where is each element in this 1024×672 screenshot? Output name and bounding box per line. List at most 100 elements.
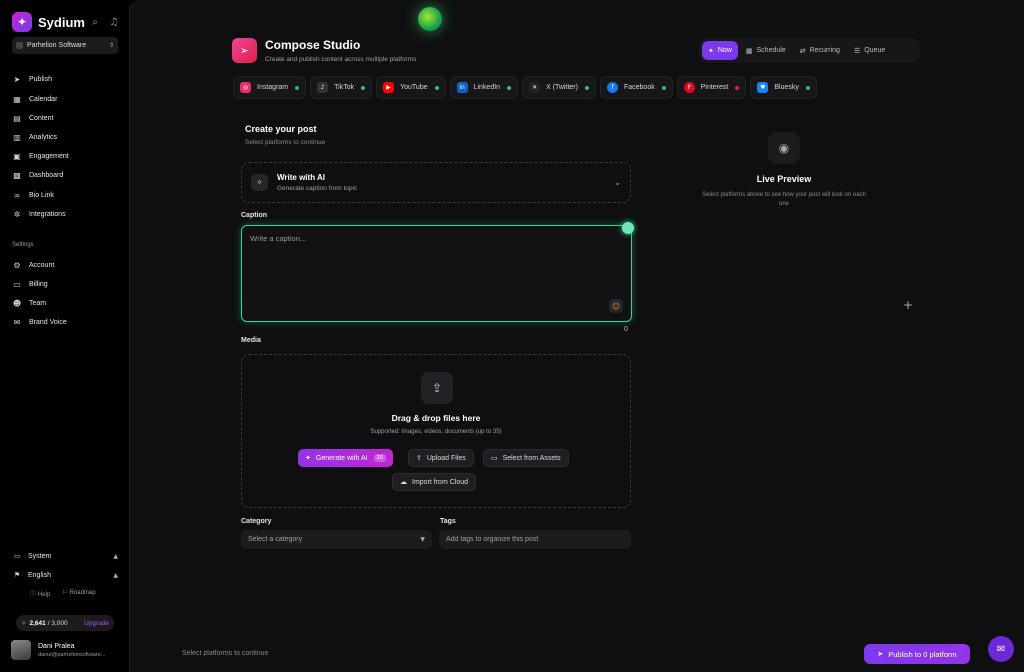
help-link[interactable]: ⓘ Help: [30, 589, 50, 598]
repeat-icon: ⇄: [799, 46, 806, 55]
nav-item-label: Account: [29, 261, 55, 269]
publish-button[interactable]: ➤ Publish to 0 platform: [864, 644, 970, 664]
search-icon[interactable]: ⌕: [89, 16, 101, 28]
upload-files-button[interactable]: ⇪ Upload Files: [408, 449, 474, 467]
bluesky-icon: ♥: [757, 82, 769, 93]
platform-youtube[interactable]: ▶ YouTube: [376, 76, 446, 99]
plus-icon: +: [903, 298, 914, 312]
page-header: ➢ Compose Studio Create and publish cont…: [232, 38, 416, 63]
chevron-down-icon: ⌄: [614, 178, 621, 187]
nav-item-bio-link[interactable]: ∞ Bio Link: [12, 188, 122, 202]
user-profile[interactable]: Dani Pralea danut@parhelionsoftware...: [11, 638, 126, 662]
engagement-icon: ▣: [13, 151, 21, 161]
credits-badge[interactable]: ✧ 2,641 / 3,000 Upgrade: [16, 615, 114, 631]
system-theme-toggle[interactable]: ▭ System ▲: [12, 549, 118, 563]
category-select[interactable]: Select a category ▼: [241, 530, 432, 549]
button-label: Upload Files: [426, 454, 466, 462]
facebook-icon: f: [606, 82, 618, 93]
roadmap-link[interactable]: ⚐ Roadmap: [62, 589, 95, 598]
footer-hint: Select platforms to continue: [182, 650, 269, 657]
chevron-up-icon: ▲: [113, 552, 118, 560]
pinterest-icon: P: [683, 82, 695, 93]
supported-types-text: Supported: images, videos, documents (up…: [370, 429, 502, 435]
emoji-icon[interactable]: ☺: [609, 299, 623, 313]
page-subtitle: Create and publish content across multip…: [265, 56, 417, 63]
nav-item-publish[interactable]: ➤ Publish: [12, 72, 122, 86]
nav-item-analytics[interactable]: ▥ Analytics: [12, 130, 122, 144]
nav-item-brand-voice[interactable]: ✉ Brand Voice: [12, 315, 122, 329]
status-dot: [805, 85, 810, 90]
chat-icon[interactable]: ✉: [988, 636, 1014, 662]
roadmap-icon: ⚐: [62, 589, 70, 596]
help-links: ⓘ Help ⚐ Roadmap: [30, 589, 96, 598]
org-selector[interactable]: Parhelion Software ⇕: [12, 37, 118, 54]
sparkle-icon: ✧: [21, 619, 27, 627]
nav-item-integrations[interactable]: ✲ Integrations: [12, 207, 122, 221]
folder-icon: ▭: [491, 454, 498, 462]
write-with-ai-panel[interactable]: ✧ Write with AI Generate caption from to…: [241, 162, 631, 203]
credits-total: / 3,000: [47, 619, 68, 627]
generate-with-ai-button[interactable]: ✦ Generate with AI 20: [298, 449, 393, 467]
import-from-cloud-button[interactable]: ☁ Import from Cloud: [392, 473, 477, 491]
language-label: English: [28, 571, 51, 579]
focus-indicator-dot: [622, 222, 634, 234]
nav-item-account[interactable]: ⚙ Account: [12, 258, 122, 272]
chevron-up-icon: ▲: [113, 571, 118, 579]
brand[interactable]: ✦ Sydium: [12, 12, 85, 32]
caption-field[interactable]: ☺: [241, 225, 632, 322]
tags-input[interactable]: [439, 530, 631, 549]
category-label: Category: [241, 518, 272, 525]
platform-bluesky[interactable]: ♥ Bluesky: [750, 76, 817, 99]
nav-item-label: Content: [29, 114, 54, 122]
language-selector[interactable]: ⚑ English ▲: [12, 568, 118, 582]
caption-input[interactable]: [250, 234, 620, 294]
platform-label: Instagram: [257, 84, 289, 91]
media-dropzone[interactable]: ⇪ Drag & drop files here Supported: imag…: [241, 354, 631, 508]
upgrade-link[interactable]: Upgrade: [84, 620, 109, 627]
tags-label: Tags: [440, 518, 456, 525]
sparkles-icon: ✧: [251, 174, 268, 191]
nav-item-team[interactable]: ☻ Team: [12, 296, 122, 310]
link-icon: ∞: [13, 190, 21, 200]
caption-label: Caption: [241, 212, 268, 219]
nav-item-label: Analytics: [29, 133, 58, 141]
bell-icon[interactable]: ♫: [108, 16, 120, 28]
platform-pinterest[interactable]: P Pinterest: [676, 76, 747, 99]
tab-recurring[interactable]: ⇄ Recurring: [794, 41, 846, 60]
button-label: Import from Cloud: [412, 478, 469, 486]
select-from-assets-button[interactable]: ▭ Select from Assets: [483, 449, 569, 467]
platform-linkedin[interactable]: in LinkedIn: [449, 76, 519, 99]
x-icon: ✕: [529, 82, 541, 93]
tab-queue[interactable]: ☰ Queue: [848, 41, 891, 60]
tab-label: Now: [717, 47, 732, 54]
content-icon: ▤: [13, 113, 21, 123]
platform-label: YouTube: [400, 84, 428, 91]
eye-icon: ◉: [768, 132, 800, 164]
brand-voice-icon: ✉: [13, 317, 21, 327]
linkedin-icon: in: [456, 82, 468, 93]
tab-schedule[interactable]: ▦ Schedule: [740, 41, 792, 60]
nav-item-label: Billing: [29, 280, 48, 288]
platform-x-twitter[interactable]: ✕ X (Twitter): [522, 76, 596, 99]
platform-tiktok[interactable]: ♪ TikTok: [310, 76, 373, 99]
status-dot: [295, 85, 300, 90]
tab-now[interactable]: ✦ Now: [702, 41, 738, 60]
nav-item-billing[interactable]: ▭ Billing: [12, 277, 122, 291]
nav-item-dashboard[interactable]: ▩ Dashboard: [12, 168, 122, 182]
nav-item-engagement[interactable]: ▣ Engagement: [12, 149, 122, 163]
settings-section-label: Settings: [12, 242, 34, 248]
nav-item-label: Team: [29, 299, 47, 307]
platform-label: X (Twitter): [546, 84, 578, 91]
platform-facebook[interactable]: f Facebook: [599, 76, 673, 99]
nav-item-label: Dashboard: [29, 171, 64, 179]
status-dot: [507, 85, 512, 90]
nav-item-label: Brand Voice: [29, 318, 67, 326]
media-label: Media: [241, 337, 261, 344]
nav-item-calendar[interactable]: ▦ Calendar: [12, 92, 122, 106]
credit-cost-badge: 20: [373, 454, 386, 462]
button-label: Select from Assets: [502, 454, 561, 462]
team-icon: ☻: [12, 298, 22, 308]
nav-item-content[interactable]: ▤ Content: [12, 111, 122, 125]
platform-instagram[interactable]: ◎ Instagram: [233, 76, 307, 99]
platform-label: Pinterest: [700, 84, 729, 91]
